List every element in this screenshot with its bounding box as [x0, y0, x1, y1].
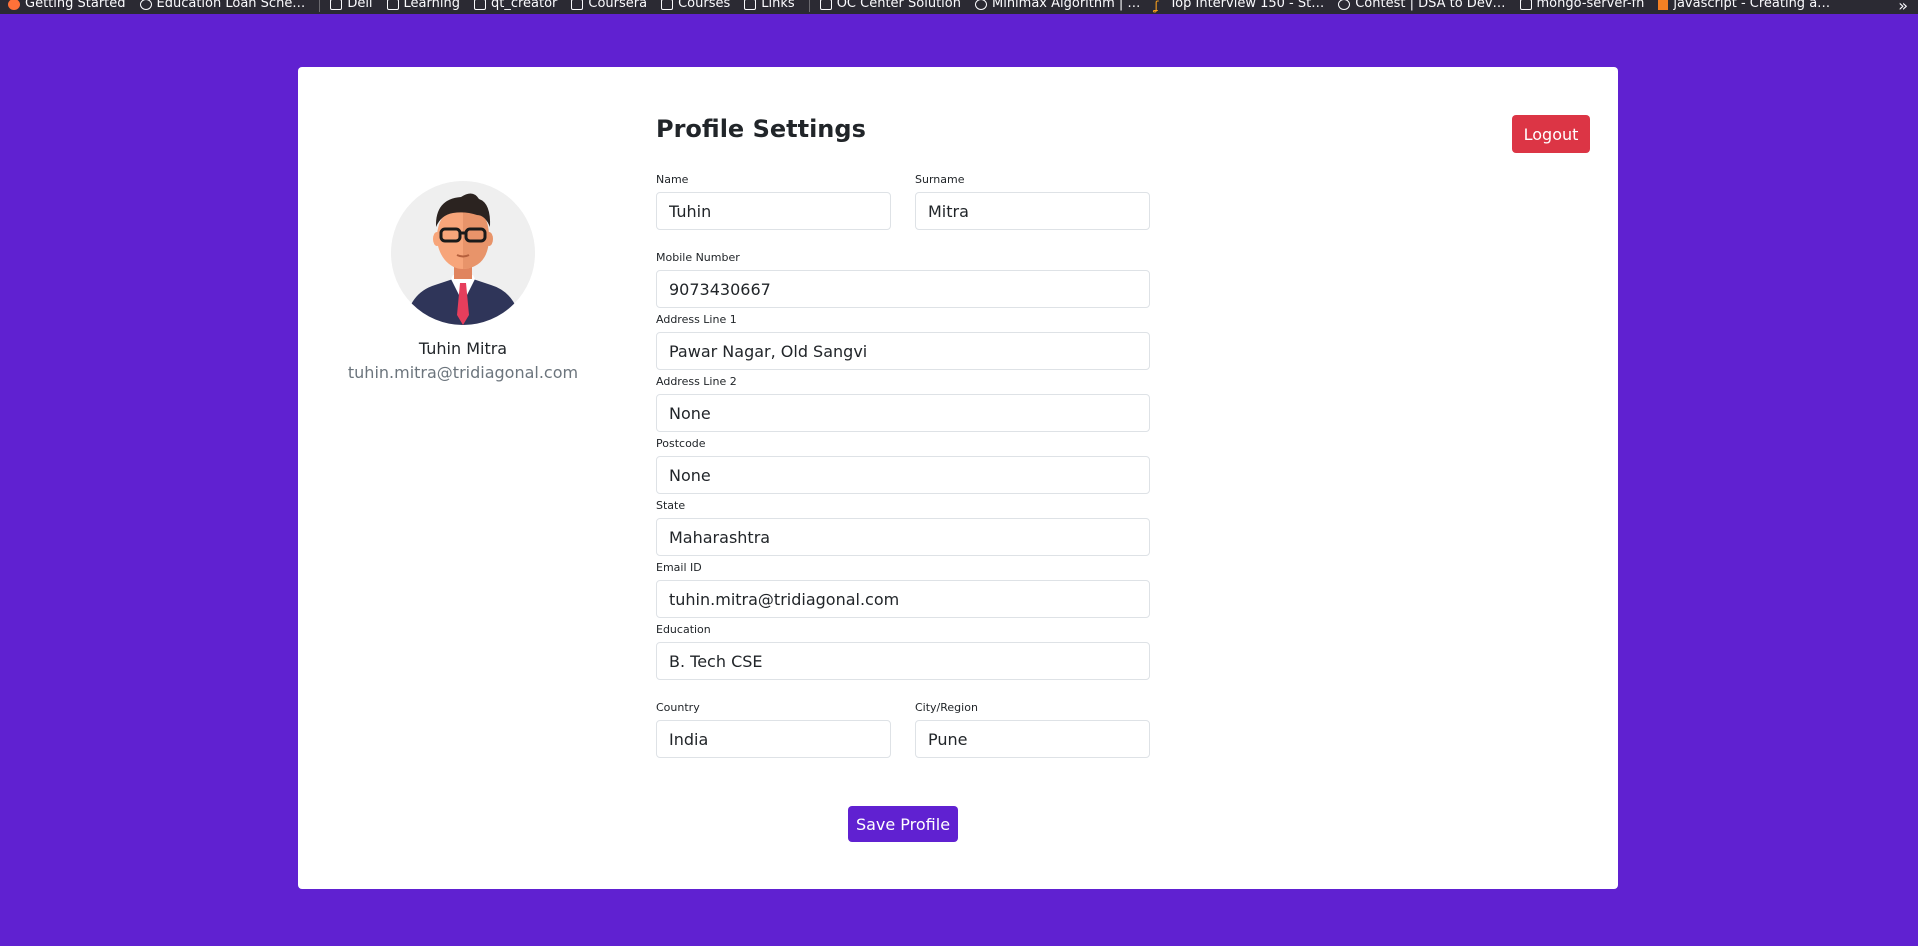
email-label: Email ID [656, 561, 702, 574]
bookmark-top-interview[interactable]: ʆ Top Interview 150 - St… [1154, 0, 1324, 13]
postcode-field-group: Postcode [656, 438, 1150, 494]
bookmark-getting-started[interactable]: Getting Started [8, 0, 126, 11]
globe-icon [974, 0, 987, 10]
logout-button[interactable]: Logout [1512, 115, 1590, 153]
folder-icon [744, 0, 757, 10]
save-profile-button[interactable]: Save Profile [848, 806, 958, 842]
bookmark-folder-links[interactable]: Links [744, 0, 795, 11]
name-field-group: Name [656, 174, 891, 230]
avatar [391, 181, 535, 325]
bookmark-folder-qt-creator[interactable]: qt_creator [473, 0, 557, 11]
firefox-icon [8, 0, 20, 10]
surname-label: Surname [915, 173, 965, 186]
address1-input[interactable] [656, 332, 1150, 370]
address1-field-group: Address Line 1 [656, 314, 1150, 370]
email-input[interactable] [656, 580, 1150, 618]
bookmark-folder-oc-center[interactable]: OC Center Solution [819, 0, 961, 11]
state-field-group: State [656, 500, 1150, 556]
page-title: Profile Settings [656, 115, 866, 143]
country-label: Country [656, 701, 700, 714]
address2-field-group: Address Line 2 [656, 376, 1150, 432]
profile-card: Tuhin Mitra tuhin.mitra@tridiagonal.com … [298, 67, 1618, 889]
email-field-group: Email ID [656, 562, 1150, 618]
bookmark-education-loan[interactable]: Education Loan Sche… [139, 0, 305, 11]
bookmark-separator [319, 0, 321, 12]
globe-icon [1338, 0, 1351, 10]
avatar-illustration-icon [391, 181, 535, 325]
bookmark-javascript[interactable]: javascript - Creating a… [1658, 0, 1830, 11]
folder-icon [1519, 0, 1532, 10]
folder-icon [571, 0, 584, 10]
city-field-group: City/Region [915, 702, 1150, 758]
bookmark-folder-dell[interactable]: Dell [330, 0, 373, 11]
stackoverflow-icon [1658, 0, 1669, 10]
leetcode-icon: ʆ [1154, 0, 1159, 13]
state-label: State [656, 499, 686, 512]
bookmark-folder-mongo[interactable]: mongo-server-fn [1519, 0, 1644, 11]
bookmark-contest[interactable]: Contest | DSA to Dev… [1338, 0, 1506, 11]
bookmark-folder-learning[interactable]: Learning [386, 0, 460, 11]
city-label: City/Region [915, 701, 978, 714]
bookmark-separator [808, 0, 810, 12]
globe-icon [139, 0, 152, 10]
name-input[interactable] [656, 192, 891, 230]
address2-input[interactable] [656, 394, 1150, 432]
education-label: Education [656, 623, 711, 636]
education-input[interactable] [656, 642, 1150, 680]
bookmark-folder-courses[interactable]: Courses [661, 0, 730, 11]
mobile-field-group: Mobile Number [656, 252, 1150, 308]
mobile-input[interactable] [656, 270, 1150, 308]
country-input[interactable] [656, 720, 891, 758]
address1-label: Address Line 1 [656, 313, 737, 326]
folder-icon [473, 0, 486, 10]
mobile-label: Mobile Number [656, 251, 740, 264]
surname-input[interactable] [915, 192, 1150, 230]
bookmarks-bar: Getting Started Education Loan Sche… Del… [0, 0, 1918, 14]
education-field-group: Education [656, 624, 1150, 680]
folder-icon [819, 0, 832, 10]
folder-icon [386, 0, 399, 10]
profile-full-name: Tuhin Mitra [418, 339, 508, 358]
bookmark-minimax[interactable]: Minimax Algorithm | … [974, 0, 1140, 11]
profile-email: tuhin.mitra@tridiagonal.com [347, 363, 579, 382]
city-input[interactable] [915, 720, 1150, 758]
bookmark-folder-coursera[interactable]: Coursera [571, 0, 647, 11]
address2-label: Address Line 2 [656, 375, 737, 388]
bookmarks-overflow-icon[interactable]: » [1898, 0, 1908, 14]
postcode-input[interactable] [656, 456, 1150, 494]
state-input[interactable] [656, 518, 1150, 556]
surname-field-group: Surname [915, 174, 1150, 230]
folder-icon [661, 0, 674, 10]
folder-icon [330, 0, 343, 10]
postcode-label: Postcode [656, 437, 706, 450]
country-field-group: Country [656, 702, 891, 758]
name-label: Name [656, 173, 689, 186]
